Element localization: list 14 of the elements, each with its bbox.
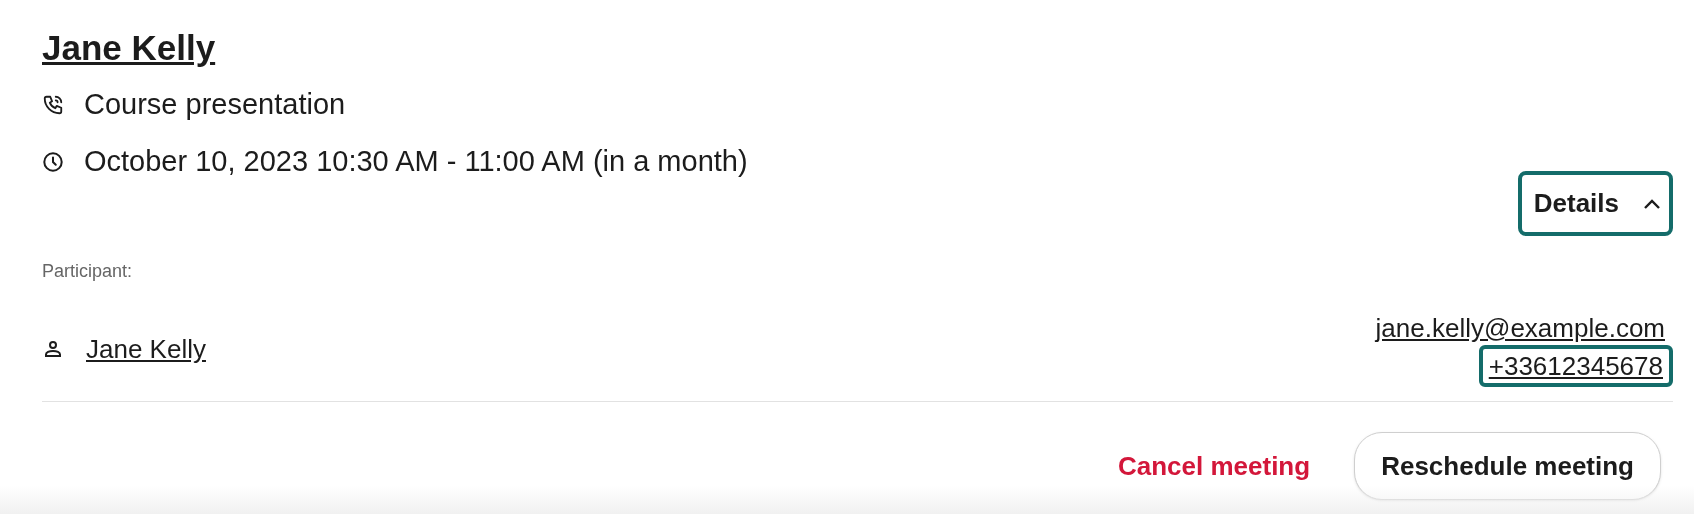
cancel-meeting-button[interactable]: Cancel meeting (1113, 446, 1315, 486)
phone-link[interactable]: +33612345678 (1478, 345, 1673, 387)
meeting-title-link[interactable]: Jane Kelly (42, 24, 216, 72)
details-toggle-button[interactable]: Details (1517, 171, 1673, 236)
person-icon (44, 340, 62, 358)
participant-name-link[interactable]: Jane Kelly (86, 329, 206, 369)
chevron-up-icon (1643, 197, 1661, 210)
reschedule-meeting-button[interactable]: Reschedule meeting (1354, 432, 1661, 500)
phone-icon (42, 94, 64, 116)
meeting-type: Course presentation (84, 87, 346, 123)
meeting-time: October 10, 2023 10:30 AM - 11:00 AM (in a month) (84, 144, 748, 180)
clock-icon (42, 151, 64, 173)
email-link[interactable]: jane.kelly@example.com (1375, 311, 1673, 345)
participants-label: Participant: (42, 260, 134, 283)
